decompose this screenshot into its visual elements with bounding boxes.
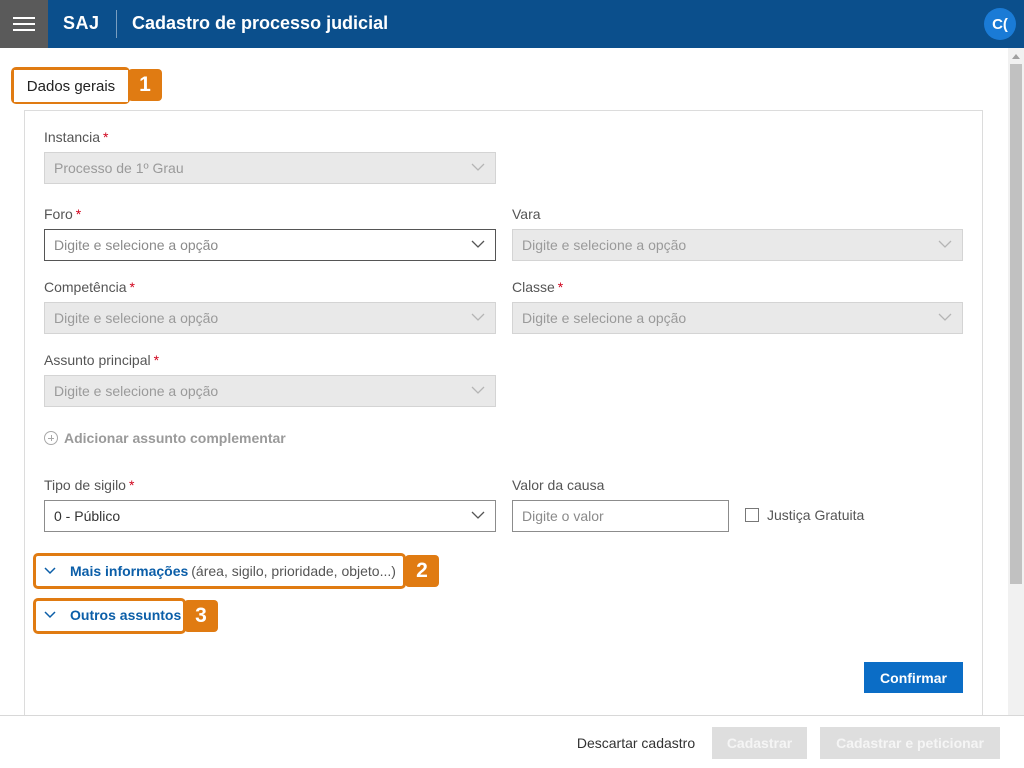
tipo-sigilo-label: Tipo de sigilo *: [44, 477, 135, 493]
chevron-down-icon: [938, 240, 952, 248]
checkbox-box[interactable]: [745, 508, 759, 522]
chevron-down-icon: [471, 163, 485, 171]
mais-informacoes-expander[interactable]: Mais informações (área, sigilo, priorida…: [44, 563, 396, 579]
hamburger-icon: [13, 17, 35, 19]
vertical-scrollbar[interactable]: [1008, 48, 1024, 715]
tipo-sigilo-select[interactable]: 0 - Público: [44, 500, 496, 532]
add-assunto-complementar-link[interactable]: Adicionar assunto complementar: [44, 430, 286, 446]
form-panel: [24, 110, 983, 720]
competencia-select[interactable]: Digite e selecione a opção: [44, 302, 496, 334]
footer-action-bar: Descartar cadastro Cadastrar Cadastrar e…: [0, 715, 1024, 768]
valor-causa-input[interactable]: Digite o valor: [512, 500, 729, 532]
competencia-label: Competência *: [44, 279, 135, 295]
chevron-down-icon: [44, 611, 56, 619]
justica-gratuita-checkbox[interactable]: Justiça Gratuita: [745, 507, 864, 523]
scrollbar-thumb[interactable]: [1010, 64, 1022, 584]
vara-label: Vara: [512, 206, 541, 222]
valor-causa-label: Valor da causa: [512, 477, 605, 493]
app-header: SAJ Cadastro de processo judicial C(: [0, 0, 1024, 48]
chevron-down-icon: [471, 240, 485, 248]
user-avatar[interactable]: C(: [984, 8, 1016, 40]
chevron-down-icon: [938, 313, 952, 321]
assunto-principal-select[interactable]: Digite e selecione a opção: [44, 375, 496, 407]
callout-badge-3: 3: [184, 600, 218, 632]
brand-logo[interactable]: SAJ: [63, 13, 100, 34]
foro-select[interactable]: Digite e selecione a opção: [44, 229, 496, 261]
instancia-label: Instancia *: [44, 129, 109, 145]
plus-circle-icon: [44, 431, 58, 445]
register-and-petition-button[interactable]: Cadastrar e peticionar: [820, 727, 1000, 759]
foro-label: Foro *: [44, 206, 82, 222]
classe-label: Classe *: [512, 279, 564, 295]
tab-dados-gerais[interactable]: Dados gerais: [14, 70, 128, 102]
chevron-down-icon: [471, 386, 485, 394]
callout-badge-2: 2: [405, 555, 439, 587]
scroll-up-arrow-icon[interactable]: [1012, 54, 1020, 59]
assunto-principal-label: Assunto principal *: [44, 352, 160, 368]
hamburger-menu-button[interactable]: [0, 0, 48, 48]
page-title: Cadastro de processo judicial: [132, 13, 389, 33]
header-divider: [116, 10, 117, 38]
callout-badge-1: 1: [128, 69, 162, 101]
instancia-select[interactable]: Processo de 1º Grau: [44, 152, 496, 184]
chevron-down-icon: [471, 313, 485, 321]
classe-select[interactable]: Digite e selecione a opção: [512, 302, 963, 334]
chevron-down-icon: [44, 567, 56, 575]
outros-assuntos-expander[interactable]: Outros assuntos: [44, 607, 181, 623]
discard-button[interactable]: Descartar cadastro: [566, 728, 706, 758]
chevron-down-icon: [471, 511, 485, 519]
register-button[interactable]: Cadastrar: [712, 727, 807, 759]
vara-select[interactable]: Digite e selecione a opção: [512, 229, 963, 261]
confirm-button[interactable]: Confirmar: [864, 662, 963, 693]
